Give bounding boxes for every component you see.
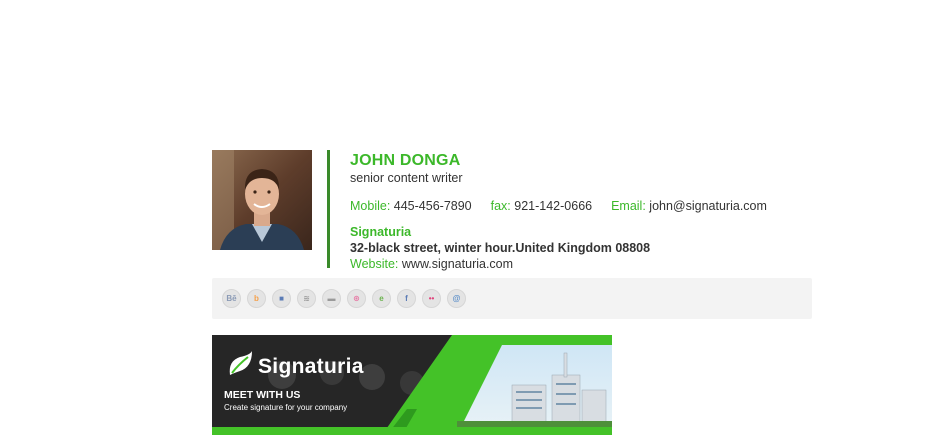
website-label: Website:: [350, 257, 399, 271]
fax-label: fax:: [490, 199, 511, 213]
contact-info: JOHN DONGA senior content writer Mobile:…: [350, 152, 810, 272]
digg-icon[interactable]: ≋: [297, 289, 316, 308]
person-name: JOHN DONGA: [350, 152, 461, 169]
banner-subtext: Create signature for your company: [224, 403, 348, 412]
banner-headline: MEET WITH US: [224, 389, 301, 401]
email-link[interactable]: john@signaturia.com: [649, 199, 767, 213]
vertical-divider: [327, 150, 330, 268]
company-name: Signaturia: [350, 225, 412, 239]
contact-row: Mobile: 445-456-7890 fax: 921-142-0666 E…: [350, 198, 810, 214]
skype-icon[interactable]: @: [447, 289, 466, 308]
website-row: Website: www.signaturia.com: [350, 256, 810, 272]
flickr-icon[interactable]: ••: [422, 289, 441, 308]
evernote-icon[interactable]: e: [372, 289, 391, 308]
delicious-icon[interactable]: ■: [272, 289, 291, 308]
website-link[interactable]: www.signaturia.com: [402, 257, 513, 271]
behance-icon[interactable]: Bē: [222, 289, 241, 308]
social-icons: Bē b ■ ≋ ▬ ⊛ e f •• @: [222, 289, 466, 308]
dribbble-icon[interactable]: ⊛: [347, 289, 366, 308]
fax-value: 921-142-0666: [514, 199, 593, 213]
company-address: 32-black street, winter hour.United King…: [350, 241, 651, 255]
banner-brand: Signaturia: [258, 355, 364, 378]
person-title: senior content writer: [350, 171, 463, 185]
facebook-icon[interactable]: f: [397, 289, 416, 308]
email-label: Email:: [611, 199, 646, 213]
blogger-icon[interactable]: b: [247, 289, 266, 308]
profile-photo: [212, 150, 312, 250]
mobile-value[interactable]: 445-456-7890: [394, 199, 472, 213]
profile-photo-image: [212, 150, 312, 250]
mobile-label: Mobile:: [350, 199, 391, 213]
promo-banner[interactable]: Signaturia MEET WITH US Create signature…: [212, 335, 612, 435]
banner-graphic: [212, 335, 612, 435]
social-bar: Bē b ■ ≋ ▬ ⊛ e f •• @: [212, 278, 812, 319]
myspace-icon[interactable]: ▬: [322, 289, 341, 308]
